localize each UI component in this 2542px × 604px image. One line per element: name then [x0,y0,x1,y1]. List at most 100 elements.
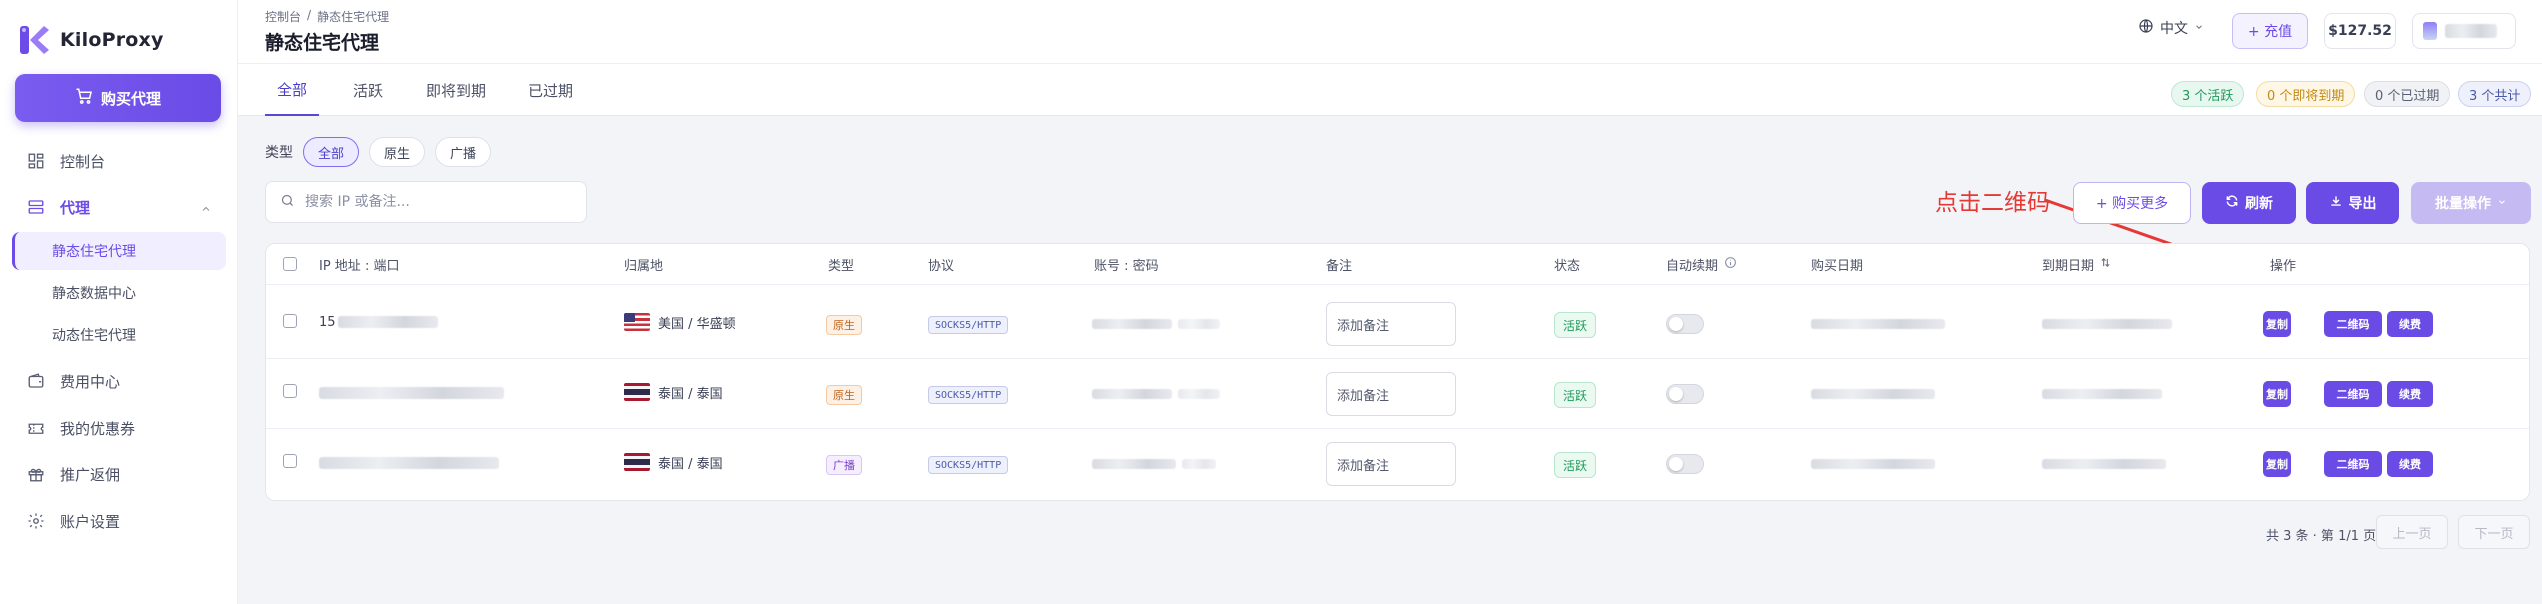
qrcode-button[interactable]: 二维码 [2324,311,2382,337]
page-title: 静态住宅代理 [265,32,380,54]
qrcode-button[interactable]: 二维码 [2324,381,2382,407]
us-flag-icon [624,313,650,331]
renew-button[interactable]: 续费 [2387,451,2433,477]
header-divider [266,284,2529,285]
sidebar-subitem-static-datacenter[interactable]: 静态数据中心 [12,274,226,312]
ip-cell: 15 [319,312,438,332]
note-input[interactable]: 添加备注 [1326,372,1456,416]
breadcrumb-home[interactable]: 控制台 [265,8,301,25]
info-icon[interactable] [1724,256,1737,273]
ticket-icon [26,418,46,438]
proxy-table: IP 地址 : 端口 归属地 类型 协议 账号 : 密码 备注 状态 自动续期 … [265,243,2530,501]
user-menu[interactable] [2412,13,2516,49]
credentials-redacted [1178,389,1220,399]
renew-button[interactable]: 续费 [2387,381,2433,407]
ip-redacted [337,316,438,328]
chevron-up-icon [200,201,212,219]
type-filter-label: 类型 [265,145,293,161]
tab-expiring[interactable]: 即将到期 [426,64,486,116]
column-header-purchase-date: 购买日期 [1811,258,1864,274]
buy-proxy-button[interactable]: 购买代理 [15,74,221,122]
refresh-button[interactable]: 刷新 [2202,182,2296,224]
status-badge: 活跃 [1554,382,1597,408]
type-badge: 广播 [826,455,862,475]
auto-renew-toggle[interactable] [1666,384,1704,404]
globe-icon [2138,18,2154,38]
qrcode-button[interactable]: 二维码 [2324,451,2382,477]
sidebar-item-referral[interactable]: 推广返佣 [12,455,226,493]
recharge-button[interactable]: + 充值 [2232,13,2308,49]
tab-all[interactable]: 全部 [265,64,320,116]
filter-chip-all[interactable]: 全部 [303,137,360,167]
export-button[interactable]: 导出 [2306,182,2399,224]
protocol-badge: SOCKS5/HTTP [928,386,1009,404]
row-checkbox[interactable] [283,454,297,468]
purchase-date-redacted [1811,459,1935,469]
note-input[interactable]: 添加备注 [1326,302,1456,346]
auto-renew-toggle[interactable] [1666,454,1704,474]
filter-chip-native[interactable]: 原生 [369,137,426,167]
language-selector[interactable]: 中文 [2138,18,2204,38]
batch-actions-button[interactable]: 批量操作 [2411,182,2531,224]
sidebar-subitem-dynamic-residential[interactable]: 动态住宅代理 [12,316,226,354]
column-header-actions: 操作 [2270,258,2297,274]
copy-button[interactable]: 复制 [2263,311,2291,337]
sidebar-subitem-label: 静态数据中心 [52,286,136,302]
credentials-redacted [1092,389,1172,399]
prev-page-button[interactable]: 上一页 [2376,515,2448,549]
renew-button[interactable]: 续费 [2387,311,2433,337]
language-label: 中文 [2160,21,2188,37]
gift-icon [26,464,46,484]
search-box [265,181,587,223]
buy-more-button[interactable]: + 购买更多 [2073,182,2191,224]
column-header-credentials: 账号 : 密码 [1094,258,1159,274]
sidebar-subitem-label: 静态住宅代理 [52,244,136,260]
filter-chip-broadcast[interactable]: 广播 [435,137,492,167]
sidebar-item-settings[interactable]: 账户设置 [12,502,226,540]
gear-icon [26,511,46,531]
chevron-down-icon [2497,195,2507,211]
sidebar-item-label: 代理 [60,198,91,217]
ip-redacted [319,387,504,399]
brand-name: KiloProxy [60,29,164,51]
balance-display[interactable]: $127.52 [2324,13,2396,49]
note-input[interactable]: 添加备注 [1326,442,1456,486]
tab-expired[interactable]: 已过期 [528,64,573,116]
buy-proxy-label: 购买代理 [100,90,161,108]
sidebar-item-proxy[interactable]: 代理 [12,188,226,226]
sidebar-item-label: 控制台 [60,152,106,171]
sidebar-item-billing[interactable]: 费用中心 [12,362,226,400]
select-all-checkbox[interactable] [283,257,297,271]
pagination-summary: 共 3 条 · 第 1/1 页 [2266,529,2377,544]
download-icon [2329,194,2343,212]
username-redacted [2445,24,2497,38]
copy-button[interactable]: 复制 [2263,381,2291,407]
next-page-button[interactable]: 下一页 [2458,515,2530,549]
sidebar-item-dashboard[interactable]: 控制台 [12,142,226,180]
search-input[interactable] [305,194,565,210]
type-badge: 原生 [826,385,862,405]
row-checkbox[interactable] [283,314,297,328]
sidebar-item-label: 账户设置 [60,512,121,531]
sidebar-subitem-static-residential[interactable]: 静态住宅代理 [12,232,226,270]
breadcrumb-separator: / [307,8,312,22]
location-cell: 泰国 / 泰国 [624,382,723,402]
row-checkbox[interactable] [283,384,297,398]
auto-renew-toggle[interactable] [1666,314,1704,334]
auto-renew-header-label: 自动续期 [1666,258,1719,274]
top-header: 控制台 / 静态住宅代理 静态住宅代理 中文 + 充值 $127.52 [238,0,2542,64]
column-header-type: 类型 [828,258,855,274]
sidebar-subitem-label: 动态住宅代理 [52,328,136,344]
location-cell: 泰国 / 泰国 [624,452,723,472]
column-header-expiry-date[interactable]: 到期日期 [2042,244,2111,284]
wallet-icon [26,371,46,391]
brand-logo[interactable]: KiloProxy [18,22,164,58]
copy-button[interactable]: 复制 [2263,451,2291,477]
search-icon [280,193,295,212]
tab-active[interactable]: 活跃 [353,64,383,116]
cart-icon [75,87,93,109]
proxy-icon [26,197,46,217]
status-badge: 活跃 [1554,312,1597,338]
chevron-down-icon [2194,20,2204,36]
sidebar-item-coupons[interactable]: 我的优惠券 [12,409,226,447]
